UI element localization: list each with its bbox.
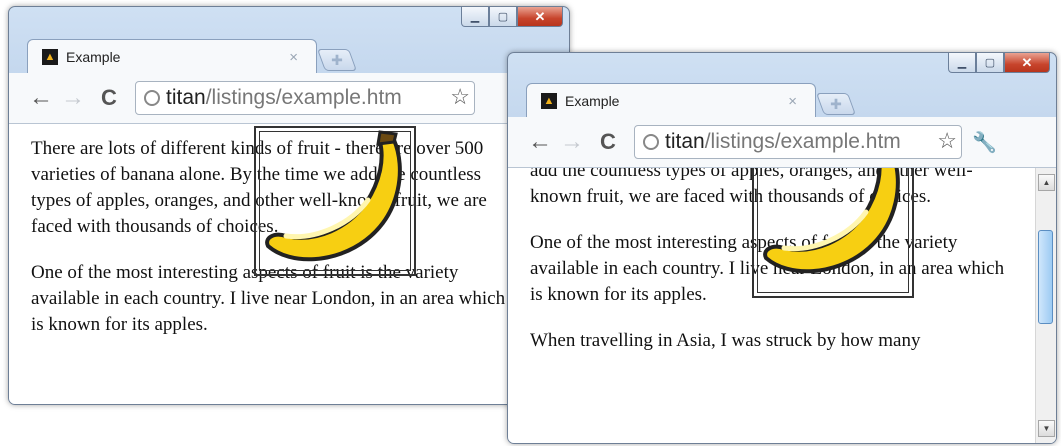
forward-arrow-icon[interactable]: → xyxy=(556,128,588,156)
minimize-button[interactable]: ▁ xyxy=(948,53,976,73)
banana-image xyxy=(752,168,914,298)
new-tab-button[interactable]: ✚ xyxy=(815,93,857,115)
address-bar[interactable]: titan/listings/example.htm ☆ xyxy=(135,81,475,115)
url-host: titan xyxy=(166,86,206,109)
paragraph: When travelling in Asia, I was struck by… xyxy=(530,330,921,351)
maximize-icon: ▢ xyxy=(497,11,509,23)
maximize-button[interactable]: ▢ xyxy=(976,53,1004,73)
page-content: There are lots of different kinds of fru… xyxy=(9,124,569,404)
url-text: titan/listings/example.htm xyxy=(665,130,901,154)
forward-arrow-icon[interactable]: → xyxy=(57,84,89,112)
star-icon[interactable]: ☆ xyxy=(448,84,470,110)
tab-strip: ▲ Example × ✚ xyxy=(27,39,358,73)
browser-window-front: ▁ ▢ ✕ ▲ Example × ✚ ← → C titan/listings… xyxy=(507,52,1057,444)
url-host: titan xyxy=(665,130,705,153)
new-tab-button[interactable]: ✚ xyxy=(316,49,358,71)
new-tab-icon: ✚ xyxy=(830,95,842,112)
close-button[interactable]: ✕ xyxy=(517,7,563,27)
url-path: /listings/example.htm xyxy=(205,86,402,109)
scroll-thumb[interactable] xyxy=(1038,230,1053,324)
vertical-scrollbar[interactable]: ▲ ▼ xyxy=(1035,168,1056,443)
toolbar: ← → C titan/listings/example.htm ☆ 🔧 xyxy=(508,117,1056,168)
maximize-icon: ▢ xyxy=(984,57,996,69)
new-tab-icon: ✚ xyxy=(331,51,343,68)
window-caption-buttons: ▁ ▢ ✕ xyxy=(948,53,1050,75)
tab-close-icon[interactable]: × xyxy=(289,49,298,66)
minimize-icon: ▁ xyxy=(470,11,480,23)
page-info-icon xyxy=(144,90,160,106)
banana-icon xyxy=(763,168,900,274)
tab-close-icon[interactable]: × xyxy=(788,93,797,110)
browser-window-back: ▁ ▢ ✕ ▲ Example × ✚ ← → C titan/listings… xyxy=(8,6,570,405)
banana-image xyxy=(254,126,416,276)
favicon-icon: ▲ xyxy=(42,48,58,65)
window-caption-buttons: ▁ ▢ ✕ xyxy=(461,7,563,29)
back-arrow-icon[interactable]: ← xyxy=(25,84,57,112)
close-icon: ✕ xyxy=(534,8,546,24)
tab-title: Example xyxy=(66,48,121,65)
url-path: /listings/example.htm xyxy=(704,130,901,153)
tab-example[interactable]: ▲ Example × xyxy=(27,39,317,73)
close-button[interactable]: ✕ xyxy=(1004,53,1050,73)
minimize-icon: ▁ xyxy=(957,57,967,69)
reload-icon[interactable]: C xyxy=(93,85,125,111)
page-info-icon xyxy=(643,134,659,150)
favicon-icon: ▲ xyxy=(541,92,557,109)
tab-title: Example xyxy=(565,92,620,109)
back-arrow-icon[interactable]: ← xyxy=(524,128,556,156)
wrench-icon[interactable]: 🔧 xyxy=(972,130,997,155)
toolbar: ← → C titan/listings/example.htm ☆ xyxy=(9,73,569,124)
scroll-up-icon[interactable]: ▲ xyxy=(1038,174,1055,191)
tab-example[interactable]: ▲ Example × xyxy=(526,83,816,117)
url-text: titan/listings/example.htm xyxy=(166,86,402,110)
address-bar[interactable]: titan/listings/example.htm ☆ xyxy=(634,125,962,159)
reload-icon[interactable]: C xyxy=(592,129,624,155)
minimize-button[interactable]: ▁ xyxy=(461,7,489,27)
scroll-down-icon[interactable]: ▼ xyxy=(1038,420,1055,437)
banana-icon xyxy=(265,130,402,262)
close-icon: ✕ xyxy=(1021,54,1033,70)
tab-strip: ▲ Example × ✚ xyxy=(526,83,857,117)
page-content: add the countless types of apples, orang… xyxy=(508,168,1056,443)
maximize-button[interactable]: ▢ xyxy=(489,7,517,27)
star-icon[interactable]: ☆ xyxy=(935,128,957,154)
